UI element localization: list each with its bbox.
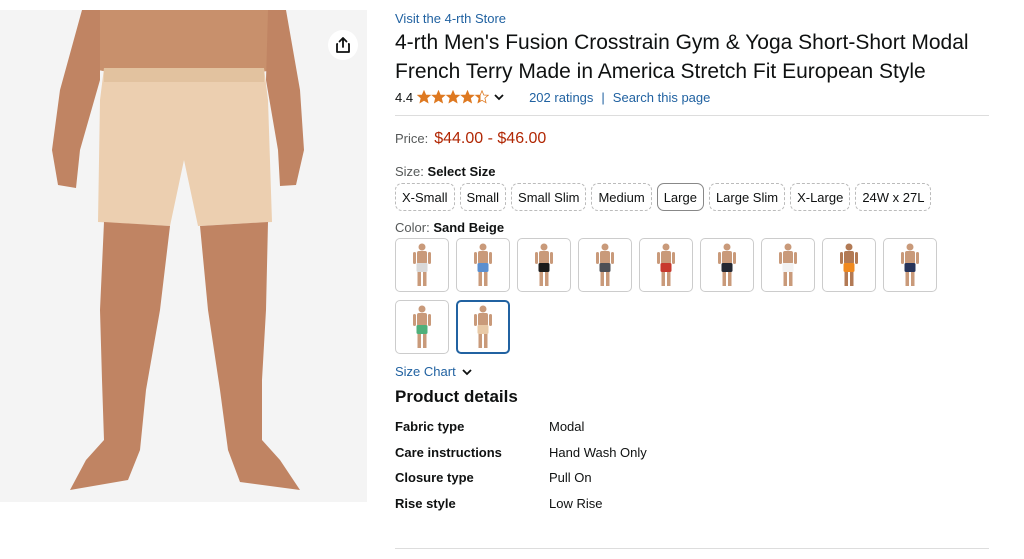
swatch-thumbnail-image: [657, 243, 675, 286]
size-option-small[interactable]: Small: [459, 183, 507, 211]
size-option-small-slim[interactable]: Small Slim: [511, 183, 587, 211]
table-row: Closure type Pull On: [395, 470, 995, 496]
color-swatch-black[interactable]: [517, 238, 571, 292]
swatch-thumbnail-image: [901, 243, 919, 286]
size-option-large[interactable]: Large: [656, 183, 704, 211]
product-info-column: Visit the 4-rth Store 4-rth Men's Fusion…: [395, 10, 995, 521]
price-label: Price:: [395, 131, 429, 146]
color-selected: Sand Beige: [433, 220, 505, 235]
visit-store-link[interactable]: Visit the 4-rth Store: [395, 10, 995, 28]
swatch-thumbnail-image: [840, 243, 858, 286]
rating-row: 4.4 202 ratings | Search this page: [395, 87, 995, 107]
detail-value: Low Rise: [549, 495, 603, 511]
color-swatch-blue-model-stretching[interactable]: [456, 238, 510, 292]
size-chart-link[interactable]: Size Chart: [395, 364, 995, 379]
divider: [395, 115, 989, 116]
product-title: 4-rth Men's Fusion Crosstrain Gym & Yoga…: [395, 31, 969, 83]
color-swatch-green[interactable]: [395, 300, 449, 354]
detail-value: Modal: [549, 419, 585, 434]
main-product-image[interactable]: [0, 10, 367, 502]
star-rating-icon[interactable]: [417, 90, 489, 104]
detail-value: Hand Wash Only: [549, 444, 647, 460]
color-swatch-sand-beige[interactable]: [456, 300, 510, 354]
chevron-down-icon: [462, 368, 472, 375]
size-option-large-slim[interactable]: Large Slim: [708, 183, 786, 211]
color-swatch-red[interactable]: [639, 238, 693, 292]
rating-value: 4.4: [395, 89, 414, 105]
detail-value: Pull On: [549, 470, 592, 485]
color-swatch-white[interactable]: [761, 238, 815, 292]
color-swatch-navy[interactable]: [883, 238, 937, 292]
price-value: $44.00 - $46.00: [434, 130, 547, 147]
ratings-count-link[interactable]: 202 ratings: [529, 90, 593, 105]
swatch-thumbnail-image: [779, 243, 797, 286]
swatch-thumbnail-image: [474, 243, 492, 286]
model-wearing-shorts-image: [0, 10, 367, 502]
size-option-x-small[interactable]: X-Small: [395, 183, 455, 211]
price-row: Price: $44.00 - $46.00: [395, 130, 995, 148]
share-icon: [336, 37, 350, 53]
swatch-thumbnail-image: [413, 305, 431, 348]
size-label-row: Size: Select Size: [395, 164, 995, 179]
divider: [395, 548, 989, 549]
color-swatches: [395, 238, 995, 354]
color-label-row: Color: Sand Beige: [395, 220, 995, 235]
color-swatch-charcoal[interactable]: [578, 238, 632, 292]
color-label: Color:: [395, 220, 430, 235]
table-row: Fabric type Modal: [395, 419, 995, 445]
swatch-thumbnail-image: [474, 305, 492, 348]
size-selected: Select Size: [427, 164, 496, 179]
chevron-down-icon[interactable]: [493, 90, 505, 105]
detail-key: Fabric type: [395, 419, 465, 434]
swatch-thumbnail-image: [535, 243, 553, 286]
table-row: Rise style Low Rise: [395, 496, 995, 522]
share-button[interactable]: [328, 30, 358, 60]
size-option-medium[interactable]: Medium: [591, 183, 652, 211]
color-swatch-navy-black[interactable]: [700, 238, 754, 292]
detail-key: Closure type: [395, 470, 474, 485]
size-options: X-Small Small Small Slim Medium Large La…: [395, 183, 995, 211]
product-details-heading: Product details: [395, 387, 518, 406]
size-option-x-large[interactable]: X-Large: [790, 183, 851, 211]
size-label: Size:: [395, 164, 424, 179]
detail-key: Rise style: [395, 495, 456, 511]
swatch-thumbnail-image: [413, 243, 431, 286]
detail-key: Care instructions: [395, 444, 502, 460]
color-swatch-grey-model-standing[interactable]: [395, 238, 449, 292]
size-option-24w-27l[interactable]: 24W x 27L: [855, 183, 932, 211]
separator: |: [601, 89, 605, 105]
size-chart-label: Size Chart: [395, 364, 456, 379]
search-this-page-link[interactable]: Search this page: [613, 90, 711, 105]
swatch-thumbnail-image: [596, 243, 614, 286]
table-row: Care instructions Hand Wash Only: [395, 445, 995, 471]
swatch-thumbnail-image: [718, 243, 736, 286]
product-details-table: Fabric type Modal Care instructions Hand…: [395, 419, 995, 521]
color-swatch-orange[interactable]: [822, 238, 876, 292]
